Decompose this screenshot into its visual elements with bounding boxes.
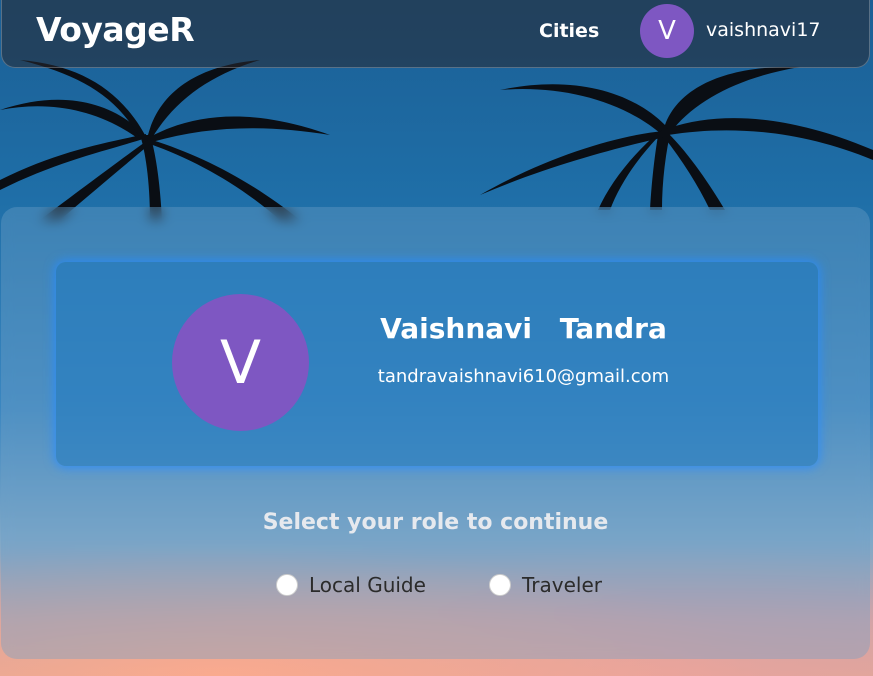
- profile-card: V Vaishnavi Tandra tandravaishnavi610@gm…: [56, 262, 818, 466]
- role-option-local-guide[interactable]: Local Guide: [276, 573, 426, 597]
- brand-logo[interactable]: VoyageR: [36, 10, 195, 49]
- nav-username[interactable]: vaishnavi17: [706, 19, 821, 41]
- palm-tree-right-image: [480, 66, 873, 210]
- profile-name: Vaishnavi Tandra: [380, 312, 667, 345]
- role-option-traveler[interactable]: Traveler: [489, 573, 602, 597]
- profile-avatar: V: [172, 294, 309, 431]
- traveler-label: Traveler: [522, 573, 602, 597]
- user-avatar[interactable]: V: [640, 4, 694, 58]
- local-guide-label: Local Guide: [309, 573, 426, 597]
- page: VoyageR Cities V vaishnavi17 V Vaishnavi…: [0, 0, 873, 676]
- role-selection-card: V Vaishnavi Tandra tandravaishnavi610@gm…: [1, 207, 870, 659]
- role-selection-title: Select your role to continue: [262, 510, 609, 535]
- profile-email: tandravaishnavi610@gmail.com: [377, 366, 670, 387]
- local-guide-radio[interactable]: [276, 574, 298, 596]
- traveler-radio[interactable]: [489, 574, 511, 596]
- nav-link-cities[interactable]: Cities: [539, 20, 599, 42]
- top-navbar: VoyageR Cities V vaishnavi17: [1, 0, 870, 68]
